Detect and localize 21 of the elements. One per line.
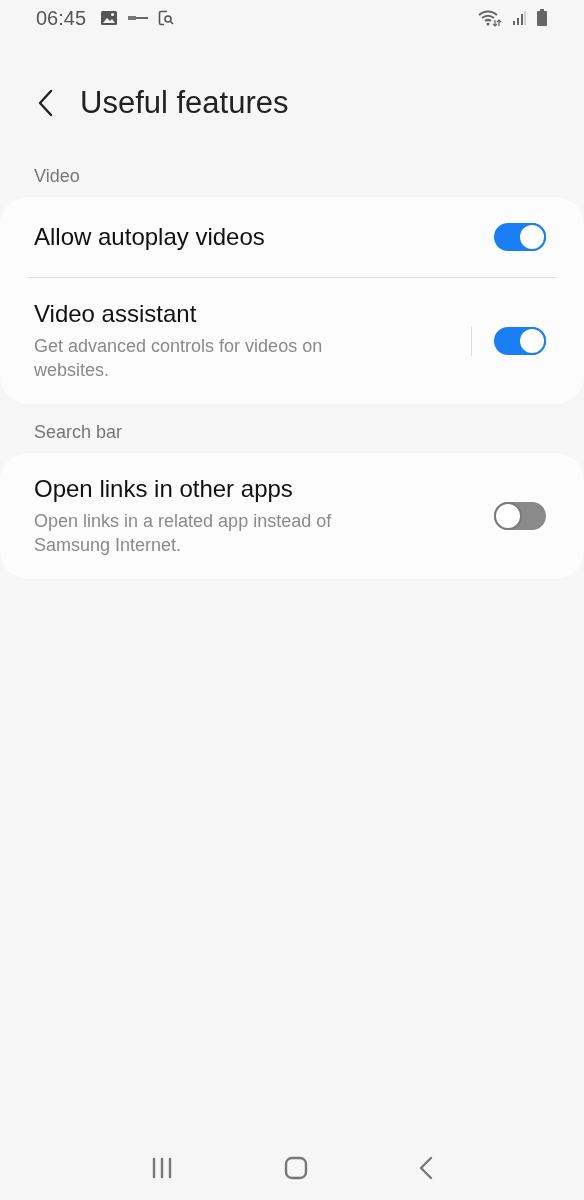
toggle-switch[interactable]	[494, 223, 546, 251]
section-label: Video	[33, 166, 81, 187]
toggle-switch[interactable]	[494, 327, 546, 355]
barcode-icon	[128, 15, 149, 21]
setting-description: Open links in a related app instead of Samsung Internet.	[34, 510, 333, 557]
back-nav-icon[interactable]	[417, 1156, 434, 1180]
home-icon[interactable]	[283, 1155, 309, 1181]
setting-title[interactable]: Open links in other apps	[34, 475, 494, 503]
wifi-icon	[478, 9, 502, 27]
signal-icon	[512, 10, 526, 26]
back-icon[interactable]	[36, 89, 54, 117]
setting-title[interactable]: Video assistant	[34, 300, 471, 328]
search-page-icon	[158, 10, 175, 26]
setting-title[interactable]: Allow autoplay videos	[34, 223, 494, 251]
section-label: Search bar	[33, 422, 124, 443]
setting-description: Get advanced controls for videos on websites.	[34, 335, 324, 382]
toggle-switch[interactable]	[494, 502, 546, 530]
status-time: 06:45	[36, 6, 87, 30]
battery-icon	[536, 9, 548, 27]
image-icon	[100, 10, 119, 26]
page-title: Useful features	[80, 85, 289, 121]
